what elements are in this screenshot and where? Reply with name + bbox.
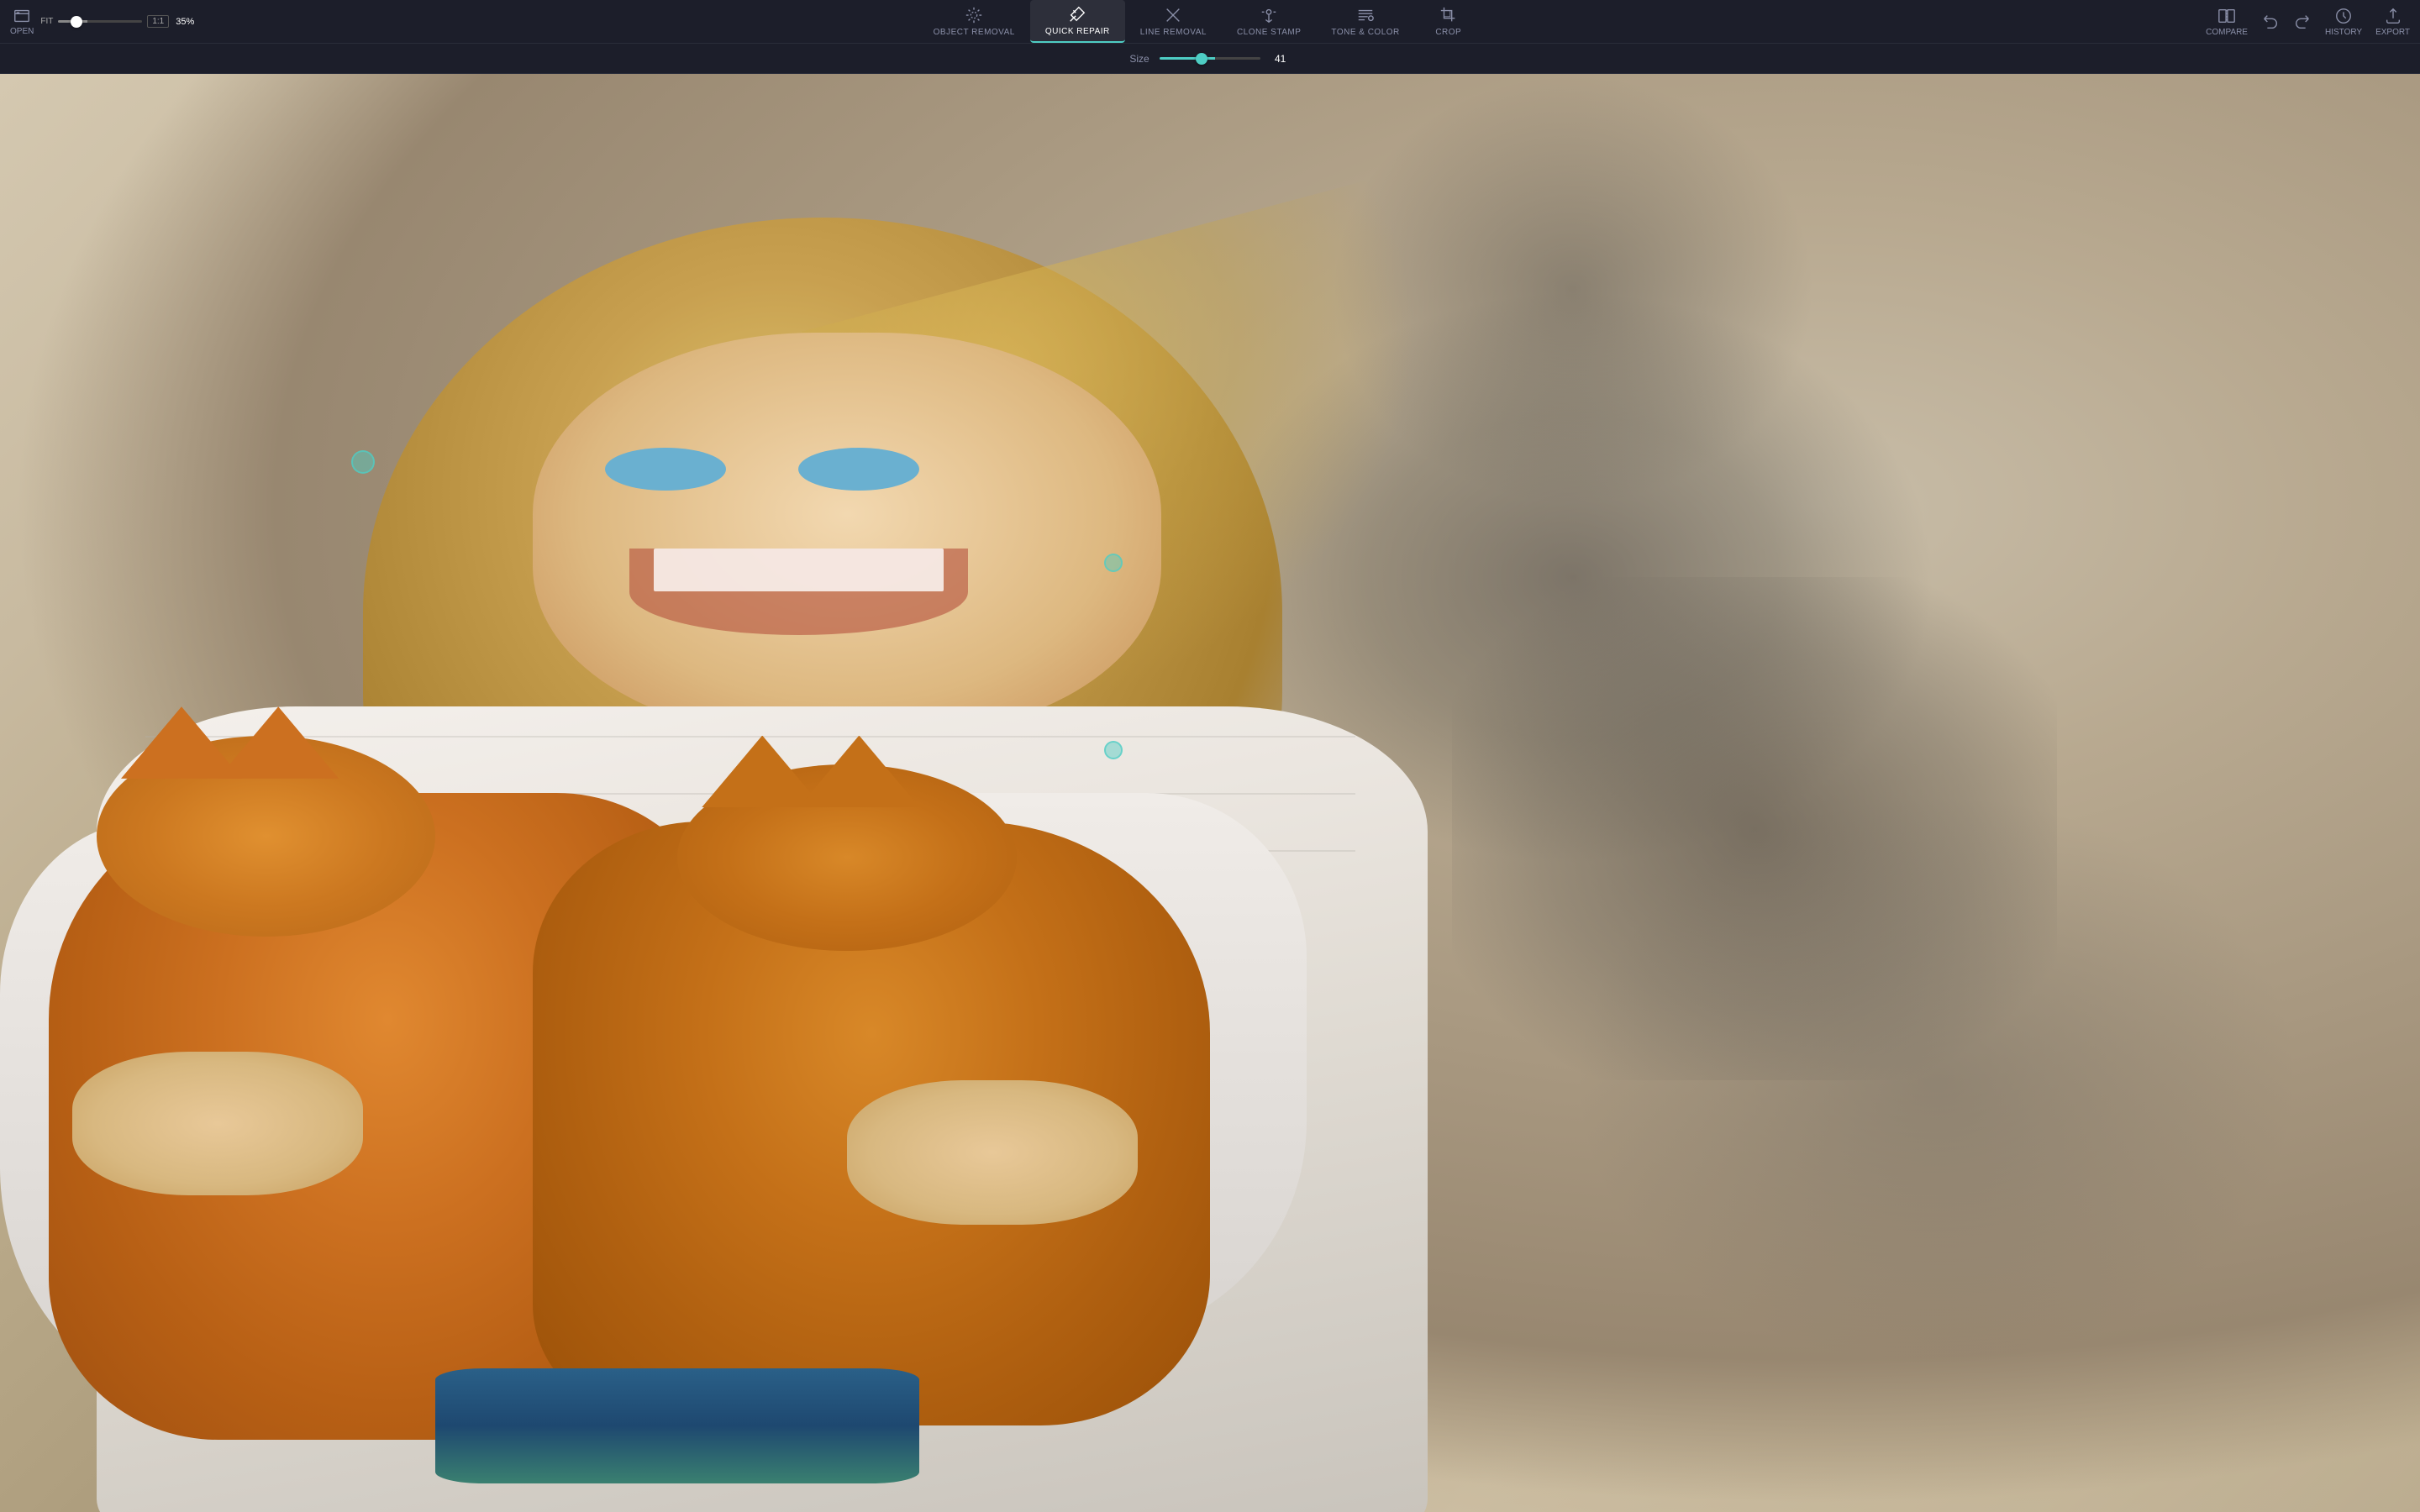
zoom-percent: 35% bbox=[176, 17, 194, 27]
tool-crop[interactable]: CROP bbox=[1415, 1, 1482, 42]
history-button[interactable]: HISTORY bbox=[2325, 7, 2362, 37]
history-label: HISTORY bbox=[2325, 28, 2362, 37]
size-value: 41 bbox=[1270, 53, 1291, 65]
crop-label: CROP bbox=[1435, 28, 1461, 37]
line-removal-icon bbox=[1164, 6, 1182, 24]
object-removal-label: OBJECT REMOVAL bbox=[934, 28, 1015, 37]
clone-stamp-icon bbox=[1260, 6, 1278, 24]
size-slider[interactable] bbox=[1160, 57, 1260, 60]
object-removal-icon bbox=[965, 6, 983, 24]
compare-button[interactable]: COMPARE bbox=[2206, 7, 2248, 37]
clone-stamp-label: CLONE STAMP bbox=[1237, 28, 1301, 37]
open-label: OPEN bbox=[10, 27, 34, 36]
compare-label: COMPARE bbox=[2206, 28, 2248, 37]
undo-button[interactable] bbox=[2261, 13, 2280, 31]
tool-object-removal[interactable]: OBJECT REMOVAL bbox=[918, 1, 1030, 42]
crop-icon bbox=[1439, 6, 1458, 24]
tone-color-label: TONE & COLOR bbox=[1331, 28, 1399, 37]
toolbar-center: OBJECT REMOVAL QUICK REPAIR LINE REMO bbox=[204, 0, 2196, 43]
teeth bbox=[654, 549, 944, 591]
zoom-controls: FIT 1:1 bbox=[40, 15, 169, 28]
tone-color-icon bbox=[1356, 6, 1375, 24]
tool-clone-stamp[interactable]: CLONE STAMP bbox=[1222, 1, 1316, 42]
quick-repair-icon bbox=[1068, 5, 1086, 24]
girl-face bbox=[533, 333, 1162, 735]
left-hand bbox=[72, 1052, 363, 1195]
zoom-fit-label[interactable]: FIT bbox=[40, 17, 53, 26]
tool-quick-repair[interactable]: QUICK REPAIR bbox=[1030, 0, 1125, 43]
tool-tone-color[interactable]: TONE & COLOR bbox=[1316, 1, 1414, 42]
wall-texture-3 bbox=[1573, 793, 2299, 1368]
main-toolbar: OPEN FIT 1:1 35% OBJECT REMOVAL bbox=[0, 0, 2420, 44]
eye-left bbox=[605, 448, 726, 491]
export-button[interactable]: EXPORT bbox=[2375, 7, 2410, 37]
size-bar: Size 41 bbox=[0, 44, 2420, 74]
right-hand bbox=[847, 1080, 1138, 1224]
photo-canvas[interactable] bbox=[0, 74, 2420, 1512]
bottom-clothing bbox=[435, 1368, 919, 1483]
sweater-line-1 bbox=[145, 736, 1355, 738]
tool-line-removal[interactable]: LINE REMOVAL bbox=[1125, 1, 1222, 42]
canvas-area[interactable] bbox=[0, 74, 2420, 1512]
quick-repair-label: QUICK REPAIR bbox=[1045, 27, 1110, 36]
open-button[interactable]: OPEN bbox=[10, 7, 34, 36]
zoom-1to1-button[interactable]: 1:1 bbox=[147, 15, 169, 28]
export-label: EXPORT bbox=[2375, 28, 2410, 37]
line-removal-label: LINE REMOVAL bbox=[1140, 28, 1207, 37]
redo-button[interactable] bbox=[2293, 13, 2312, 31]
toolbar-left: OPEN FIT 1:1 35% bbox=[0, 7, 204, 36]
size-label: Size bbox=[1129, 53, 1149, 65]
zoom-slider[interactable] bbox=[58, 20, 142, 23]
toolbar-right: COMPARE HISTORY bbox=[2196, 7, 2420, 37]
